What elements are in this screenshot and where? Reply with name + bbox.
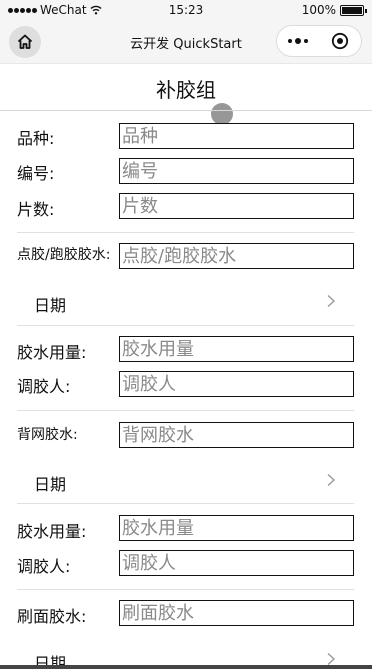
date-row-2[interactable]: 日期	[17, 459, 354, 503]
code-label: 编号:	[17, 164, 55, 183]
status-bar: WeChat 15:23 100%	[0, 0, 372, 22]
mixer-label: 调胶人:	[17, 377, 71, 396]
chevron-right-icon	[327, 652, 336, 666]
code-input[interactable]	[119, 158, 354, 184]
title-divider	[0, 110, 372, 111]
battery-percent: 100%	[301, 3, 336, 17]
mixer-input[interactable]	[119, 550, 354, 576]
variety-input[interactable]	[119, 123, 354, 149]
brush-glue-input[interactable]	[119, 600, 354, 626]
chevron-right-icon	[327, 294, 336, 308]
close-button[interactable]	[319, 32, 361, 50]
glue-amount-input[interactable]	[119, 515, 354, 541]
glue-amount-label: 胶水用量:	[17, 343, 87, 362]
back-mesh-glue-label: 背网胶水:	[17, 427, 78, 443]
dispense-glue-input[interactable]	[119, 243, 354, 269]
section-divider	[17, 589, 354, 590]
loading-indicator	[211, 103, 233, 125]
nav-bar: 云开发 QuickStart	[0, 22, 372, 64]
more-dots-icon	[288, 39, 292, 43]
row-divider	[17, 503, 354, 504]
count-label: 片数:	[17, 200, 55, 219]
brush-glue-label: 刷面胶水:	[17, 607, 87, 626]
battery-fill	[342, 6, 362, 14]
section-divider	[17, 410, 354, 411]
more-button[interactable]	[277, 38, 319, 44]
date-label: 日期	[34, 296, 67, 315]
target-close-icon	[331, 32, 349, 50]
status-right: 100%	[301, 3, 367, 17]
variety-label: 品种:	[17, 129, 55, 148]
count-input[interactable]	[119, 193, 354, 219]
date-label: 日期	[34, 475, 67, 494]
mixer-input[interactable]	[119, 371, 354, 397]
dispense-glue-label: 点胶/跑胶胶水:	[17, 247, 111, 263]
page-title: 补胶组	[156, 78, 216, 102]
back-mesh-glue-input[interactable]	[119, 422, 354, 448]
date-row-1[interactable]: 日期	[17, 280, 354, 324]
row-divider	[17, 325, 354, 326]
mixer-label: 调胶人:	[17, 557, 71, 576]
battery-icon	[340, 4, 367, 16]
bottom-edge-bar	[0, 665, 372, 669]
glue-amount-label: 胶水用量:	[17, 522, 87, 541]
section-divider	[17, 232, 354, 233]
chevron-right-icon	[327, 473, 336, 487]
glue-amount-input[interactable]	[119, 336, 354, 362]
capsule-menu	[276, 25, 362, 57]
